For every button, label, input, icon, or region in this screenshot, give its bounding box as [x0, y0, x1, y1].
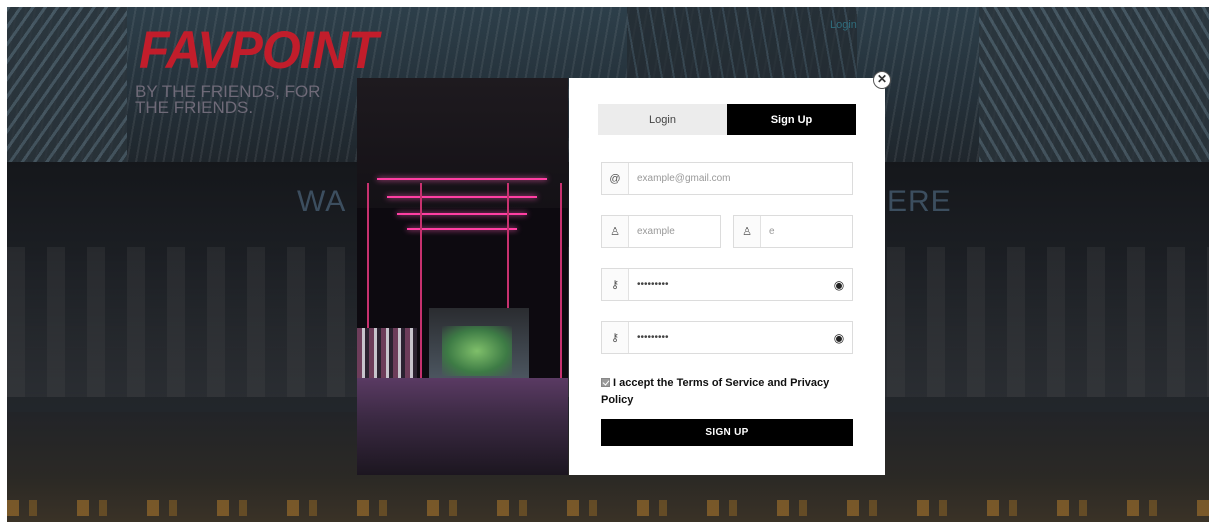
building-left [7, 7, 127, 162]
confirm-password-field: ⚷ ◉ [601, 321, 853, 354]
email-input[interactable] [629, 163, 852, 194]
signup-modal: Login Sign Up @ ♙ ♙ ⚷ ◉ ⚷ ◉ I accept the… [569, 78, 885, 475]
last-name-input[interactable] [761, 216, 852, 247]
brand-tagline: BY THE FRIENDS, FOR THE FRIENDS. [135, 82, 321, 117]
header-login-link[interactable]: Login [830, 19, 857, 31]
user-icon: ♙ [734, 216, 761, 247]
first-name-input[interactable] [629, 216, 720, 247]
store-interior-image [357, 78, 568, 475]
at-icon: @ [602, 163, 629, 194]
building-right [979, 7, 1209, 162]
key-icon: ⚷ [602, 269, 629, 300]
email-field: @ [601, 162, 853, 195]
terms-checkbox[interactable] [601, 378, 610, 387]
neon-strip [407, 228, 517, 230]
terms-row: I accept the Terms of Service and Privac… [601, 375, 851, 409]
password-input[interactable] [629, 269, 826, 300]
tab-login[interactable]: Login [598, 104, 727, 135]
key-icon: ⚷ [602, 322, 629, 353]
close-icon[interactable]: ✕ [873, 71, 891, 89]
confirm-password-input[interactable] [629, 322, 826, 353]
neon-strip [377, 178, 547, 180]
auth-tabs: Login Sign Up [598, 104, 856, 135]
password-field: ⚷ ◉ [601, 268, 853, 301]
first-name-field: ♙ [601, 215, 721, 248]
lit-windows [7, 500, 1209, 516]
signup-button[interactable]: SIGN UP [601, 419, 853, 446]
brand-logo[interactable]: FAVPOINT [139, 20, 378, 81]
terms-label[interactable]: I accept the Terms of Service and Privac… [601, 377, 829, 406]
user-icon: ♙ [602, 216, 629, 247]
photo-plants [442, 326, 512, 376]
hero-heading-right: ERE [887, 185, 952, 218]
eye-icon[interactable]: ◉ [826, 331, 852, 345]
hero-heading-left: WA [297, 185, 347, 218]
tab-signup[interactable]: Sign Up [727, 104, 856, 135]
eye-icon[interactable]: ◉ [826, 278, 852, 292]
last-name-field: ♙ [733, 215, 853, 248]
photo-floor [357, 378, 568, 475]
